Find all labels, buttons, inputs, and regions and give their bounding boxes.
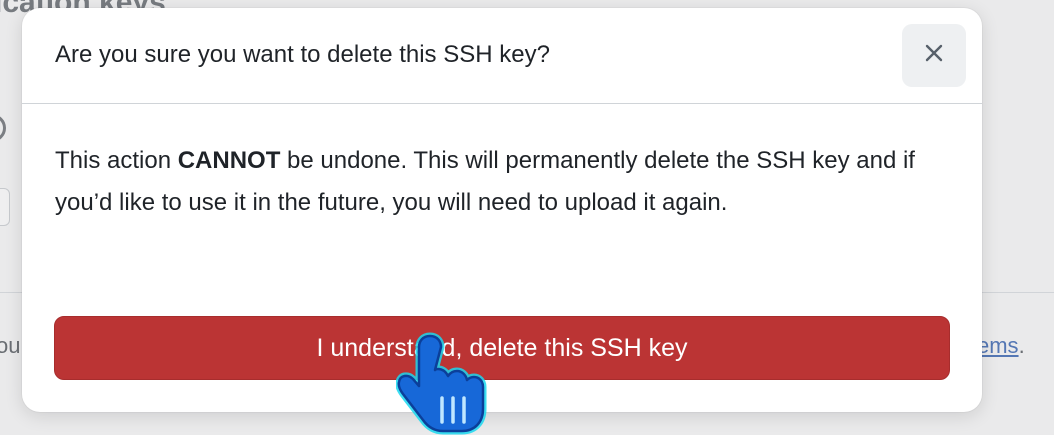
- message-emphasis: CANNOT: [177, 147, 281, 174]
- close-button[interactable]: [902, 24, 966, 87]
- background-link: ems.: [977, 333, 1025, 359]
- background-text: ou: [0, 333, 21, 358]
- background-link-text: ems: [977, 333, 1019, 358]
- background-key-box: [0, 188, 10, 226]
- dialog-title: Are you sure you want to delete this SSH…: [55, 41, 550, 68]
- confirm-delete-label: I understand, delete this SSH key: [316, 333, 688, 362]
- confirm-delete-button[interactable]: I understand, delete this SSH key: [54, 316, 950, 380]
- delete-ssh-key-dialog: Are you sure you want to delete this SSH…: [22, 8, 982, 412]
- message-part-1: This action: [55, 147, 178, 174]
- dialog-message: This action CANNOT be undone. This will …: [55, 140, 935, 224]
- background-radio-icon: [0, 114, 6, 142]
- dialog-header: Are you sure you want to delete this SSH…: [22, 8, 982, 104]
- close-icon: [924, 43, 944, 68]
- background-link-period: .: [1018, 333, 1025, 358]
